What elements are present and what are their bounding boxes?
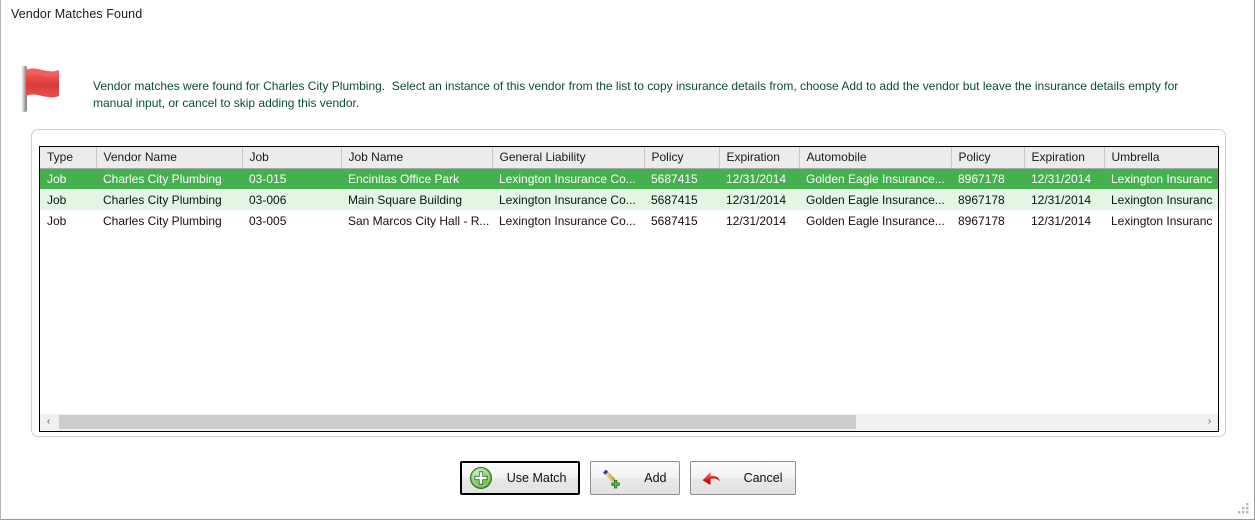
grid-header-row: Type Vendor Name Job Job Name General Li… xyxy=(40,147,1218,169)
column-header-general-liability[interactable]: General Liability xyxy=(492,147,645,169)
red-back-arrow-icon xyxy=(699,466,723,490)
cell-policy-auto: 8967178 xyxy=(951,168,1024,189)
use-match-button-label: Use Match xyxy=(506,471,567,485)
table-row[interactable]: Job Charles City Plumbing 03-015 Encinit… xyxy=(40,168,1218,189)
pencil-plus-icon xyxy=(599,466,623,490)
cell-expiration-gl: 12/31/2014 xyxy=(719,168,799,189)
cell-vendor-name: Charles City Plumbing xyxy=(96,168,242,189)
cell-type: Job xyxy=(40,168,96,189)
cell-automobile: Golden Eagle Insurance... xyxy=(799,189,951,210)
column-header-expiration-gl[interactable]: Expiration xyxy=(719,147,800,169)
column-header-job[interactable]: Job xyxy=(242,147,342,169)
cell-vendor-name: Charles City Plumbing xyxy=(96,189,242,210)
column-header-expiration-auto[interactable]: Expiration xyxy=(1024,147,1105,169)
cell-umbrella: Lexington Insuranc xyxy=(1104,210,1218,231)
cell-expiration-auto: 12/31/2014 xyxy=(1024,168,1104,189)
cell-job: 03-005 xyxy=(242,210,341,231)
cell-policy-gl: 5687415 xyxy=(644,189,719,210)
red-flag-icon xyxy=(17,64,81,114)
cell-policy-gl: 5687415 xyxy=(644,210,719,231)
scrollbar-thumb[interactable] xyxy=(59,415,856,429)
cell-umbrella: Lexington Insuranc xyxy=(1104,168,1218,189)
column-header-policy-gl[interactable]: Policy xyxy=(644,147,720,169)
add-button[interactable]: Add xyxy=(589,461,680,495)
cell-job-name: Main Square Building xyxy=(341,189,492,210)
scroll-right-icon[interactable]: › xyxy=(1201,414,1218,430)
cell-job-name: San Marcos City Hall - R... xyxy=(341,210,492,231)
dialog-message: Vendor matches were found for Charles Ci… xyxy=(93,79,1182,110)
window-title: Vendor Matches Found xyxy=(11,7,143,21)
cell-expiration-gl: 12/31/2014 xyxy=(719,189,799,210)
cell-job-name: Encinitas Office Park xyxy=(341,168,492,189)
cancel-button-label: Cancel xyxy=(743,471,783,485)
add-button-label: Add xyxy=(644,471,667,485)
cell-job: 03-015 xyxy=(242,168,341,189)
cell-expiration-auto: 12/31/2014 xyxy=(1024,189,1104,210)
dialog-button-bar: Use Match Add Cancel xyxy=(1,461,1254,501)
cell-umbrella: Lexington Insuranc xyxy=(1104,189,1218,210)
cancel-button[interactable]: Cancel xyxy=(689,461,796,495)
table-row[interactable]: Job Charles City Plumbing 03-006 Main Sq… xyxy=(40,189,1218,210)
cell-expiration-gl: 12/31/2014 xyxy=(719,210,799,231)
table-row[interactable]: Job Charles City Plumbing 03-005 San Mar… xyxy=(40,210,1218,231)
column-header-vendor-name[interactable]: Vendor Name xyxy=(96,147,243,169)
dialog-window: Vendor Matches Found Vendor matches were… xyxy=(0,0,1255,520)
cell-expiration-auto: 12/31/2014 xyxy=(1024,210,1104,231)
green-plus-circle-icon xyxy=(469,466,493,490)
title-bar: Vendor Matches Found xyxy=(1,0,1254,30)
cell-vendor-name: Charles City Plumbing xyxy=(96,210,242,231)
grid-horizontal-scrollbar[interactable]: ‹ › xyxy=(39,414,1219,432)
use-match-button[interactable]: Use Match xyxy=(459,461,580,495)
cell-general-liability: Lexington Insurance Co... xyxy=(492,189,644,210)
vendor-matches-grid[interactable]: Type Vendor Name Job Job Name General Li… xyxy=(39,146,1219,432)
cell-general-liability: Lexington Insurance Co... xyxy=(492,168,644,189)
cell-automobile: Golden Eagle Insurance... xyxy=(799,168,951,189)
cell-policy-auto: 8967178 xyxy=(951,189,1024,210)
cell-type: Job xyxy=(40,189,96,210)
cell-policy-auto: 8967178 xyxy=(951,210,1024,231)
column-header-policy-auto[interactable]: Policy xyxy=(951,147,1025,169)
cell-type: Job xyxy=(40,210,96,231)
column-header-automobile[interactable]: Automobile xyxy=(799,147,952,169)
cell-policy-gl: 5687415 xyxy=(644,168,719,189)
column-header-job-name[interactable]: Job Name xyxy=(341,147,493,169)
resize-grip-icon[interactable] xyxy=(1237,502,1250,515)
cell-automobile: Golden Eagle Insurance... xyxy=(799,210,951,231)
cell-job: 03-006 xyxy=(242,189,341,210)
cell-general-liability: Lexington Insurance Co... xyxy=(492,210,644,231)
column-header-umbrella[interactable]: Umbrella xyxy=(1104,147,1218,169)
column-header-type[interactable]: Type xyxy=(40,147,97,169)
scroll-left-icon[interactable]: ‹ xyxy=(40,414,57,430)
